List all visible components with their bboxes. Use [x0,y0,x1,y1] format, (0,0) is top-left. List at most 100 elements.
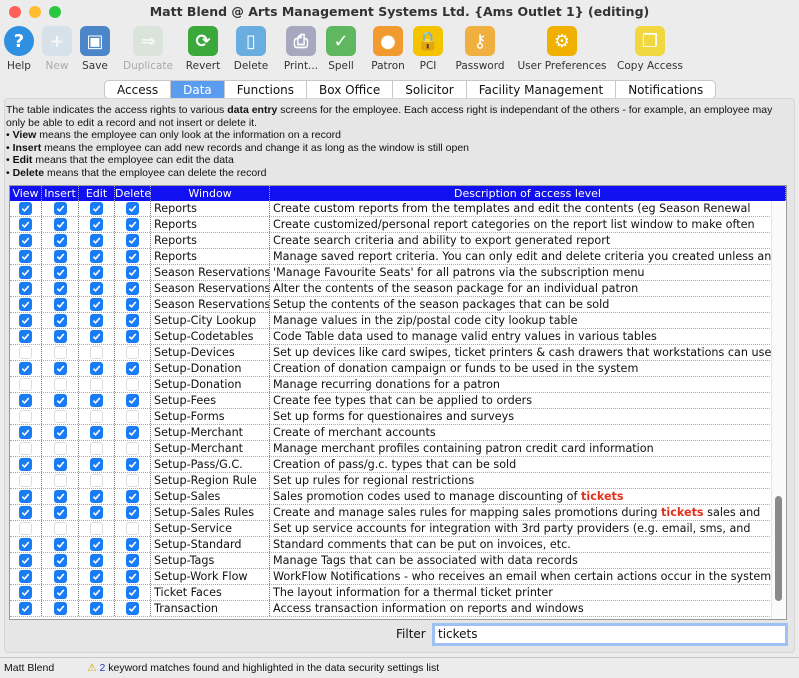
insert-checkbox[interactable] [53,266,67,279]
patron-button[interactable]: ● Patron [368,24,408,72]
delete-checkbox[interactable] [126,266,139,279]
insert-checkbox[interactable] [53,298,67,311]
delete-checkbox[interactable] [126,426,139,439]
view-checkbox[interactable] [19,410,32,423]
view-checkbox[interactable] [19,266,32,279]
edit-checkbox[interactable] [90,506,103,519]
edit-checkbox[interactable] [90,378,103,391]
close-window-button[interactable] [9,6,21,18]
tab-facility-management[interactable]: Facility Management [467,81,617,98]
delete-checkbox[interactable] [126,538,139,551]
view-checkbox[interactable] [19,314,32,327]
edit-checkbox[interactable] [90,474,103,487]
edit-checkbox[interactable] [90,218,103,231]
view-checkbox[interactable] [19,362,32,375]
view-checkbox[interactable] [19,506,32,519]
tab-access[interactable]: Access [105,81,172,98]
view-checkbox[interactable] [19,602,32,615]
insert-checkbox[interactable] [53,314,67,327]
tab-functions[interactable]: Functions [225,81,308,98]
edit-checkbox[interactable] [90,538,103,551]
view-checkbox[interactable] [19,282,32,295]
insert-checkbox[interactable] [53,522,67,535]
scrollbar-thumb[interactable] [775,496,782,601]
print-button[interactable]: ⎙ Print... [278,24,324,72]
copy-access-button[interactable]: ❐ Copy Access [614,24,686,72]
view-checkbox[interactable] [19,394,32,407]
view-checkbox[interactable] [19,378,32,391]
spell-button[interactable]: ✓ Spell [323,24,359,72]
delete-checkbox[interactable] [126,410,139,423]
revert-button[interactable]: ⟳ Revert [183,24,223,72]
duplicate-button[interactable]: ⇒ Duplicate [122,24,174,72]
edit-checkbox[interactable] [90,410,103,423]
view-checkbox[interactable] [19,538,32,551]
edit-checkbox[interactable] [90,330,103,343]
insert-checkbox[interactable] [53,442,67,455]
insert-checkbox[interactable] [53,202,67,215]
view-checkbox[interactable] [19,442,32,455]
insert-checkbox[interactable] [53,410,67,423]
delete-checkbox[interactable] [126,602,139,615]
user-preferences-button[interactable]: ⚙ User Preferences [514,24,610,72]
delete-checkbox[interactable] [126,218,139,231]
insert-checkbox[interactable] [53,474,67,487]
edit-checkbox[interactable] [90,554,103,567]
view-checkbox[interactable] [19,298,32,311]
delete-checkbox[interactable] [126,314,139,327]
edit-checkbox[interactable] [90,570,103,583]
edit-checkbox[interactable] [90,602,103,615]
new-button[interactable]: + New [42,24,72,72]
delete-checkbox[interactable] [126,330,139,343]
edit-checkbox[interactable] [90,234,103,247]
edit-checkbox[interactable] [90,346,103,359]
insert-checkbox[interactable] [53,378,67,391]
delete-checkbox[interactable] [126,586,139,599]
scrollbar[interactable] [771,201,785,619]
delete-checkbox[interactable] [126,250,139,263]
column-header-delete[interactable]: Delete [115,186,151,201]
insert-checkbox[interactable] [53,458,67,471]
tab-notifications[interactable]: Notifications [616,81,715,98]
edit-checkbox[interactable] [90,250,103,263]
insert-checkbox[interactable] [53,426,67,439]
column-header-description[interactable]: Description of access level [270,186,786,201]
view-checkbox[interactable] [19,570,32,583]
view-checkbox[interactable] [19,202,32,215]
insert-checkbox[interactable] [53,282,67,295]
edit-checkbox[interactable] [90,362,103,375]
view-checkbox[interactable] [19,250,32,263]
delete-checkbox[interactable] [126,490,139,503]
edit-checkbox[interactable] [90,442,103,455]
insert-checkbox[interactable] [53,394,67,407]
delete-checkbox[interactable] [126,394,139,407]
delete-checkbox[interactable] [126,362,139,375]
tab-data[interactable]: Data [171,81,225,98]
view-checkbox[interactable] [19,554,32,567]
delete-checkbox[interactable] [126,458,139,471]
view-checkbox[interactable] [19,474,32,487]
column-header-view[interactable]: View [10,186,42,201]
edit-checkbox[interactable] [90,522,103,535]
column-header-edit[interactable]: Edit [79,186,115,201]
column-header-insert[interactable]: Insert [42,186,79,201]
minimize-window-button[interactable] [29,6,41,18]
view-checkbox[interactable] [19,234,32,247]
delete-checkbox[interactable] [126,474,139,487]
delete-checkbox[interactable] [126,554,139,567]
tab-box-office[interactable]: Box Office [307,81,394,98]
edit-checkbox[interactable] [90,282,103,295]
delete-checkbox[interactable] [126,202,139,215]
insert-checkbox[interactable] [53,330,67,343]
delete-checkbox[interactable] [126,346,139,359]
edit-checkbox[interactable] [90,426,103,439]
view-checkbox[interactable] [19,458,32,471]
insert-checkbox[interactable] [53,362,67,375]
insert-checkbox[interactable] [53,506,67,519]
view-checkbox[interactable] [19,346,32,359]
insert-checkbox[interactable] [53,218,67,231]
delete-checkbox[interactable] [126,234,139,247]
edit-checkbox[interactable] [90,314,103,327]
view-checkbox[interactable] [19,330,32,343]
edit-checkbox[interactable] [90,202,103,215]
